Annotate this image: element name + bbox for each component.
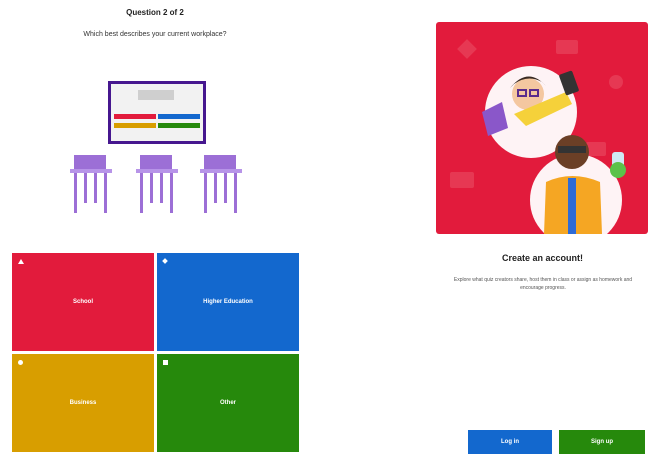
- create-account-description: Explore what quiz creators share, host t…: [453, 277, 633, 291]
- circle-icon: [18, 360, 23, 365]
- answer-school-button[interactable]: School: [12, 253, 154, 351]
- question-progress: Question 2 of 2: [126, 8, 184, 17]
- square-icon: [163, 360, 168, 365]
- answer-business-button[interactable]: Business: [12, 354, 154, 452]
- answer-higher-education-button[interactable]: Higher Education: [157, 253, 299, 351]
- triangle-icon: [18, 259, 24, 264]
- login-button[interactable]: Log in: [468, 430, 552, 454]
- question-text: Which best describes your current workpl…: [83, 31, 227, 38]
- classroom-illustration: [70, 81, 242, 213]
- answer-other-button[interactable]: Other: [157, 354, 299, 452]
- answer-label: Other: [219, 400, 236, 406]
- diamond-icon: [162, 258, 168, 264]
- answer-label: School: [72, 299, 93, 305]
- characters-illustration: [450, 39, 626, 234]
- create-account-title: Create an account!: [501, 253, 584, 263]
- signup-button[interactable]: Sign up: [559, 430, 645, 454]
- question-panel: Question 2 of 2 Which best describes you…: [0, 0, 310, 455]
- presentation-screen: [108, 81, 206, 144]
- answer-grid: School Higher Education Business Other: [12, 253, 299, 453]
- hero-illustration: [436, 22, 648, 234]
- chairs: [70, 155, 242, 213]
- signup-panel: Create an account! Explore what quiz cre…: [430, 0, 655, 455]
- answer-label: Business: [69, 400, 97, 406]
- answer-label: Higher Education: [203, 299, 253, 305]
